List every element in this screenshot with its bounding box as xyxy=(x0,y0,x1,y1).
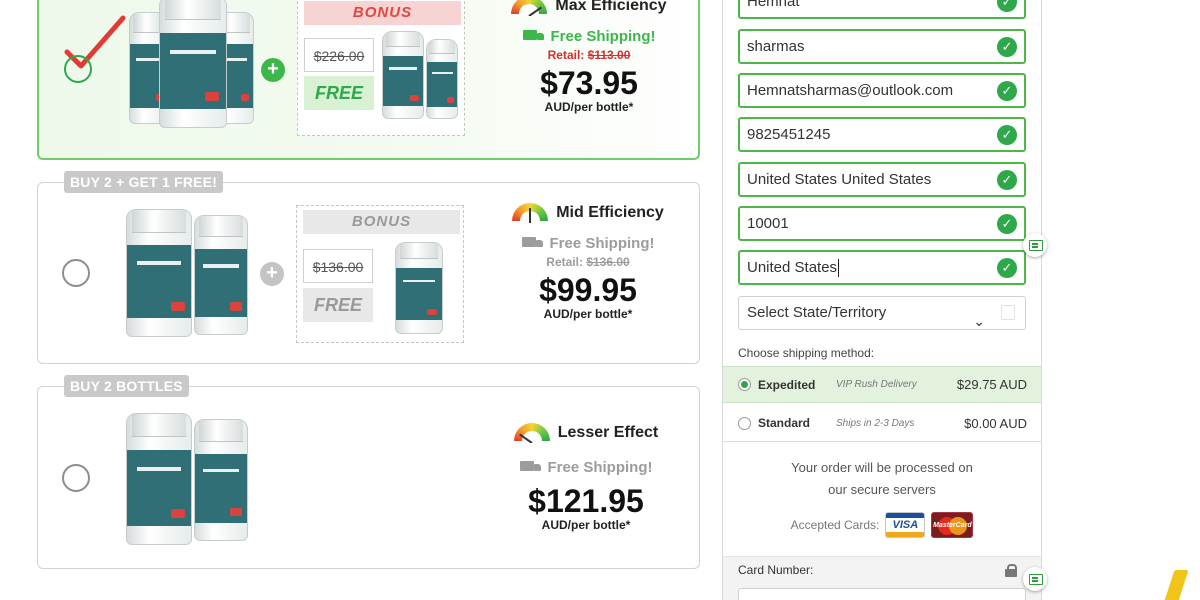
shipping-row: Free Shipping! xyxy=(489,28,689,45)
per-unit-label: AUD/per bottle* xyxy=(541,518,631,532)
package-card-max[interactable]: + BONUS $226.00 FREE Max Efficiency Free… xyxy=(37,0,700,160)
shipping-method-title: Choose shipping method: xyxy=(738,346,875,360)
card-number-input[interactable] xyxy=(738,588,1026,600)
gauge-icon xyxy=(512,203,549,223)
check-circle-icon: ✓ xyxy=(997,125,1017,145)
package-card-mid[interactable]: BUY 2 + GET 1 FREE! + BONUS $136.00 FREE… xyxy=(37,171,700,364)
select-handle-icon xyxy=(1001,305,1015,320)
check-circle-icon: ✓ xyxy=(997,37,1017,57)
shipping-radio[interactable] xyxy=(738,378,751,391)
bottle-image xyxy=(194,419,248,541)
bonus-bottle-image xyxy=(395,242,443,334)
shipping-row: Free Shipping! xyxy=(488,235,688,252)
efficiency-label: Lesser Effect xyxy=(557,424,659,441)
truck-icon xyxy=(521,236,544,251)
bonus-label: BONUS xyxy=(304,1,461,25)
shipping-option-sub: Ships in 2-3 Days xyxy=(836,417,915,429)
package-price: $73.95 xyxy=(540,65,638,101)
check-circle-icon: ✓ xyxy=(997,258,1017,278)
bottle-image xyxy=(194,215,248,335)
bottle-image xyxy=(126,209,192,337)
efficiency-row: Lesser Effect xyxy=(486,423,686,443)
bonus-bottle-image xyxy=(382,31,424,119)
shipping-option-sub: VIP Rush Delivery xyxy=(836,379,917,390)
secure-line-1: Your order will be processed on xyxy=(791,460,973,475)
decorative-stroke xyxy=(1161,570,1189,600)
text-cursor xyxy=(838,259,840,278)
check-circle-icon: ✓ xyxy=(997,0,1017,12)
bonus-old-price: $226.00 xyxy=(304,38,374,72)
shipping-label: Free Shipping! xyxy=(547,459,653,476)
bonus-box: BONUS $136.00 FREE xyxy=(296,205,464,343)
state-select[interactable]: Select State/Territory ⌄ xyxy=(738,296,1026,330)
bottle-image xyxy=(159,0,227,128)
shipping-option-standard[interactable]: Standard Ships in 2-3 Days $0.00 AUD xyxy=(723,405,1041,442)
bonus-free-tag: FREE xyxy=(303,288,373,322)
shipping-radio[interactable] xyxy=(738,416,751,430)
bonus-old-price: $136.00 xyxy=(303,249,373,283)
package-price: $99.95 xyxy=(539,272,637,308)
shipping-label: Free Shipping! xyxy=(549,235,655,252)
efficiency-row: Max Efficiency xyxy=(489,0,689,16)
package-radio-mid[interactable] xyxy=(62,259,90,287)
shipping-option-name: Expedited xyxy=(758,377,816,392)
last-name-field[interactable]: sharmas ✓ xyxy=(738,29,1026,64)
check-circle-icon: ✓ xyxy=(997,81,1017,101)
address-field[interactable]: United States United States ✓ xyxy=(738,162,1026,197)
per-unit-label: AUD/per bottle* xyxy=(543,307,633,321)
check-circle-icon: ✓ xyxy=(997,214,1017,234)
price-column: Mid Efficiency Free Shipping! Retail: $1… xyxy=(488,203,688,321)
shipping-option-price: $29.75 AUD xyxy=(956,377,1027,392)
country-field[interactable]: United States ✓ xyxy=(738,250,1026,285)
shipping-option-expedited[interactable]: Expedited VIP Rush Delivery $29.75 AUD xyxy=(723,366,1041,403)
retail-price: Retail: $136.00 xyxy=(546,255,630,269)
chevron-down-icon: ⌄ xyxy=(973,313,985,329)
bonus-free-tag: FREE xyxy=(304,76,374,110)
bonus-box: BONUS $226.00 FREE xyxy=(297,0,465,136)
gauge-icon xyxy=(513,423,550,443)
plus-icon: + xyxy=(261,58,285,82)
bottle-image xyxy=(126,413,192,545)
truck-icon xyxy=(519,460,542,475)
first-name-field[interactable]: Hemnat ✓ xyxy=(738,0,1026,19)
package-tag: BUY 2 + GET 1 FREE! xyxy=(64,171,224,193)
efficiency-label: Mid Efficiency xyxy=(556,204,664,221)
retail-price-value: $136.00 xyxy=(586,255,630,269)
package-price: $121.95 xyxy=(528,483,644,519)
bonus-label: BONUS xyxy=(303,210,460,234)
secure-line-2: our secure servers xyxy=(828,482,936,497)
accepted-cards-row: Accepted Cards: VISA MasterCard xyxy=(723,512,1041,538)
truck-icon xyxy=(522,29,545,44)
email-field[interactable]: Hemnatsharmas@outlook.com ✓ xyxy=(738,73,1026,108)
form-filler-icon[interactable] xyxy=(1023,567,1047,591)
efficiency-row: Mid Efficiency xyxy=(488,203,688,223)
phone-field[interactable]: 9825451245 ✓ xyxy=(738,117,1026,152)
zip-field[interactable]: 10001 ✓ xyxy=(738,206,1026,241)
shipping-label: Free Shipping! xyxy=(550,28,656,45)
per-unit-label: AUD/per bottle* xyxy=(544,100,634,114)
accepted-cards-label: Accepted Cards: xyxy=(790,518,880,532)
check-circle-icon: ✓ xyxy=(997,170,1017,190)
price-column: Lesser Effect Free Shipping! $121.95 AUD… xyxy=(486,423,686,532)
form-filler-icon[interactable] xyxy=(1023,233,1047,257)
mastercard-icon: MasterCard xyxy=(931,512,974,538)
card-number-label: Card Number: xyxy=(738,563,814,577)
package-card-lesser[interactable]: BUY 2 BOTTLES Lesser Effect Free Shippin… xyxy=(37,375,700,569)
retail-price-value: $113.00 xyxy=(587,48,631,62)
visa-icon: VISA xyxy=(885,512,926,538)
package-radio-lesser[interactable] xyxy=(62,464,90,492)
efficiency-label: Max Efficiency xyxy=(555,0,667,14)
price-column: Max Efficiency Free Shipping! Retail: $1… xyxy=(489,0,689,114)
bonus-bottle-image xyxy=(426,39,458,119)
gauge-icon xyxy=(511,0,548,16)
shipping-row: Free Shipping! xyxy=(486,459,686,476)
package-tag: BUY 2 BOTTLES xyxy=(64,375,189,397)
plus-icon: + xyxy=(260,262,284,286)
package-radio-max[interactable] xyxy=(64,55,92,83)
shipping-option-price: $0.00 AUD xyxy=(964,415,1027,431)
lock-icon xyxy=(1005,564,1017,577)
shipping-option-name: Standard xyxy=(758,416,811,430)
retail-price: Retail: $113.00 xyxy=(547,48,631,62)
